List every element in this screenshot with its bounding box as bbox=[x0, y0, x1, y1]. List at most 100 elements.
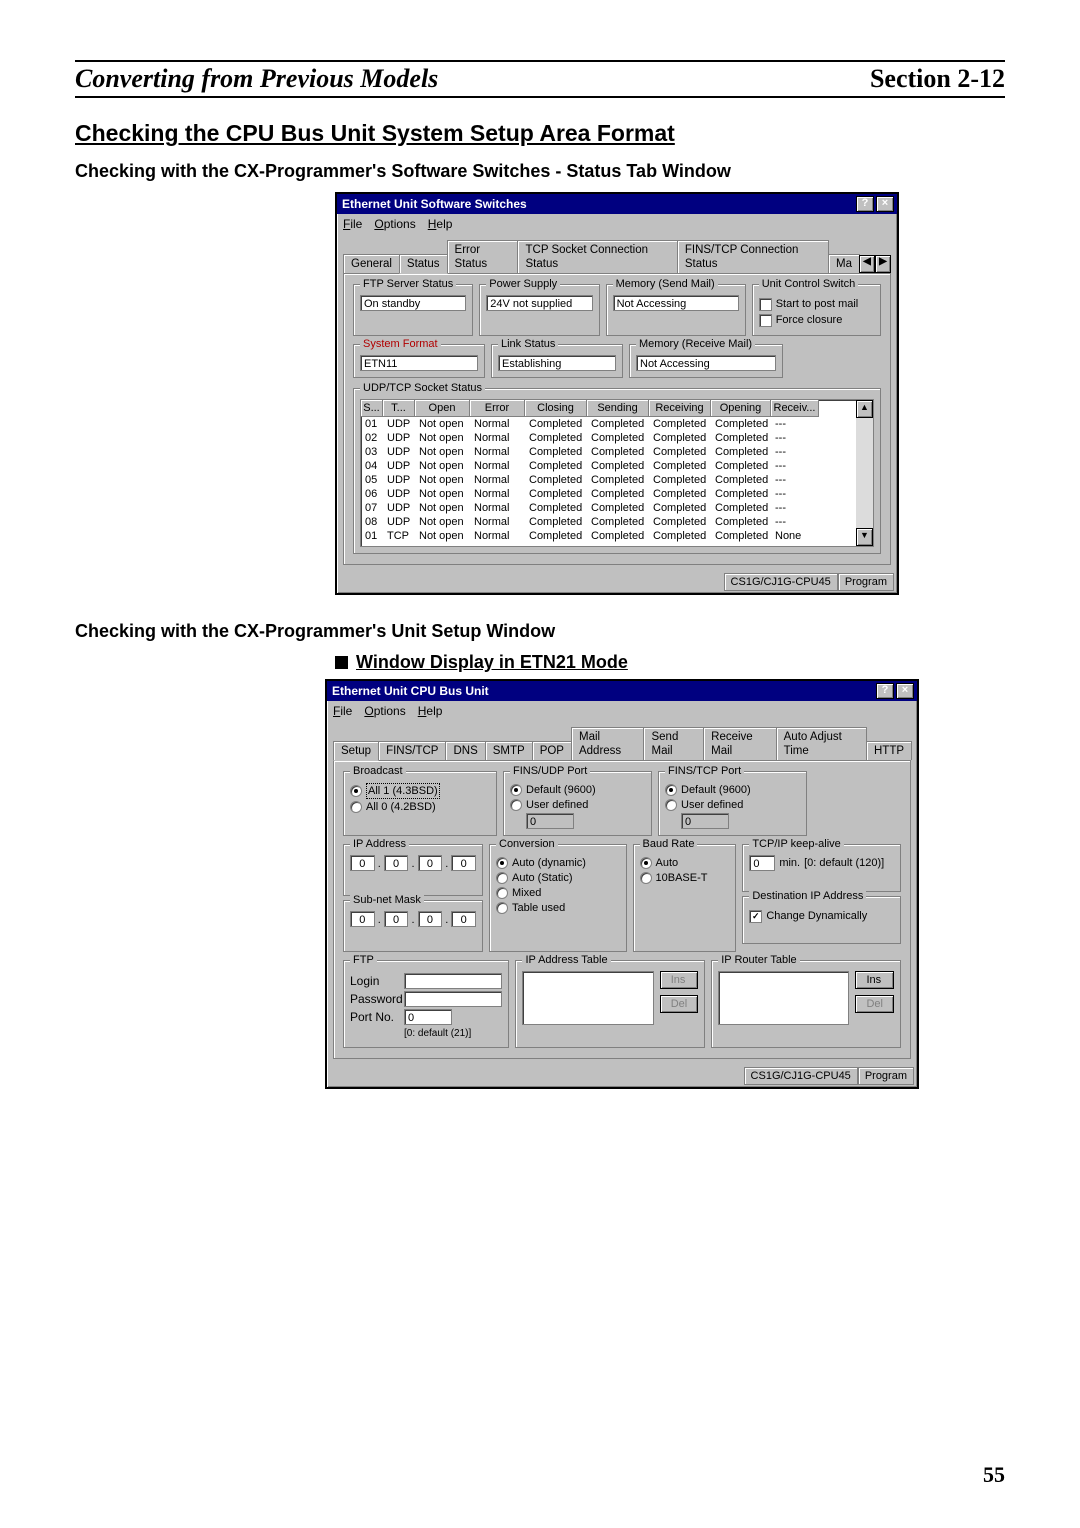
table-row[interactable]: 01TCPNot openNormalCompletedCompletedCom… bbox=[361, 529, 873, 543]
tab-status[interactable]: Status bbox=[399, 254, 448, 274]
col-open[interactable]: Open bbox=[415, 400, 470, 417]
chk-change-dyn[interactable] bbox=[749, 910, 762, 923]
del-button-1[interactable]: Del bbox=[660, 995, 699, 1013]
ftp-password-input[interactable] bbox=[404, 991, 502, 1007]
legend-conv: Conversion bbox=[496, 837, 558, 851]
help-button[interactable]: ? bbox=[856, 196, 874, 212]
grp-ip-router-table: IP Router Table Ins Del bbox=[711, 960, 901, 1048]
menu-file-2[interactable]: File bbox=[333, 704, 352, 718]
radio-baud-auto[interactable] bbox=[640, 857, 652, 869]
scroll-down-icon[interactable]: ▼ bbox=[856, 528, 873, 546]
close-button[interactable]: × bbox=[876, 196, 894, 212]
menu-options[interactable]: Options bbox=[374, 217, 415, 231]
tab-pop[interactable]: POP bbox=[532, 741, 572, 760]
keepalive-value[interactable]: 0 bbox=[749, 855, 775, 871]
radio-tcp-default[interactable] bbox=[665, 784, 677, 796]
menu-options-2[interactable]: Options bbox=[364, 704, 405, 718]
radio-bc-all0[interactable] bbox=[350, 801, 362, 813]
table-row[interactable]: 01UDPNot openNormalCompletedCompletedCom… bbox=[361, 417, 873, 431]
sub-heading-2: Checking with the CX-Programmer's Unit S… bbox=[75, 621, 1005, 642]
ftp-port-input[interactable]: 0 bbox=[404, 1009, 452, 1025]
table-row[interactable]: 05UDPNot openNormalCompletedCompletedCom… bbox=[361, 473, 873, 487]
tabs-scroll-right-icon[interactable]: ▶ bbox=[875, 255, 891, 273]
ip-octet-1[interactable]: 0 bbox=[350, 855, 375, 871]
tab-mail-address[interactable]: Mail Address bbox=[571, 727, 645, 760]
tcp-port-value[interactable]: 0 bbox=[681, 813, 729, 829]
grp-subnet-mask: Sub-net Mask 0. 0. 0. 0 bbox=[343, 900, 483, 952]
tab-dns[interactable]: DNS bbox=[445, 741, 485, 760]
window-title-2: Ethernet Unit CPU Bus Unit bbox=[332, 684, 489, 698]
close-button-2[interactable]: × bbox=[896, 683, 914, 699]
col-error[interactable]: Error bbox=[470, 400, 525, 417]
tab-error-status[interactable]: Error Status bbox=[447, 240, 519, 273]
ip-router-table-list[interactable] bbox=[718, 971, 849, 1025]
tab-send-mail[interactable]: Send Mail bbox=[643, 727, 704, 760]
col-closing[interactable]: Closing bbox=[525, 400, 587, 417]
mask-octet-4[interactable]: 0 bbox=[451, 911, 476, 927]
chk-start-post-mail[interactable] bbox=[759, 298, 772, 311]
udp-port-value[interactable]: 0 bbox=[526, 813, 574, 829]
chk-force-closure[interactable] bbox=[759, 314, 772, 327]
ip-addr-table-list[interactable] bbox=[522, 971, 653, 1025]
radio-conv-table[interactable] bbox=[496, 902, 508, 914]
col-receiv[interactable]: Receiv... bbox=[771, 400, 819, 417]
table-row[interactable]: 04UDPNot openNormalCompletedCompletedCom… bbox=[361, 459, 873, 473]
del-button-2[interactable]: Del bbox=[855, 995, 894, 1013]
table-row[interactable]: 08UDPNot openNormalCompletedCompletedCom… bbox=[361, 515, 873, 529]
ftp-login-input[interactable] bbox=[404, 973, 502, 989]
mask-octet-3[interactable]: 0 bbox=[418, 911, 443, 927]
titlebar[interactable]: Ethernet Unit Software Switches ? × bbox=[337, 194, 897, 214]
menu-file[interactable]: File bbox=[343, 217, 362, 231]
titlebar-2[interactable]: Ethernet Unit CPU Bus Unit ? × bbox=[327, 681, 917, 701]
tab-http[interactable]: HTTP bbox=[866, 741, 912, 760]
tabs-scroll-left-icon[interactable]: ◀ bbox=[859, 255, 875, 273]
tab-tcp-socket[interactable]: TCP Socket Connection Status bbox=[517, 240, 677, 273]
table-row[interactable]: 06UDPNot openNormalCompletedCompletedCom… bbox=[361, 487, 873, 501]
setup-tab-client: Broadcast All 1 (4.3BSD) All 0 (4.2BSD) … bbox=[333, 760, 911, 1059]
radio-udp-user[interactable] bbox=[510, 799, 522, 811]
tab-fins-tcp[interactable]: FINS/TCP Connection Status bbox=[677, 240, 829, 273]
grp-ftp-status: FTP Server Status On standby bbox=[353, 284, 473, 336]
tab-smtp[interactable]: SMTP bbox=[485, 741, 533, 760]
tabs-row: General Status Error Status TCP Socket C… bbox=[337, 234, 897, 273]
table-row[interactable]: 03UDPNot openNormalCompletedCompletedCom… bbox=[361, 445, 873, 459]
grp-baud-rate: Baud Rate Auto 10BASE-T bbox=[633, 844, 737, 952]
ip-octet-2[interactable]: 0 bbox=[384, 855, 409, 871]
ip-octet-4[interactable]: 0 bbox=[451, 855, 476, 871]
radio-udp-default[interactable] bbox=[510, 784, 522, 796]
menubar: File Options Help bbox=[337, 214, 897, 234]
col-t[interactable]: T... bbox=[383, 400, 415, 417]
radio-baud-10bt[interactable] bbox=[640, 872, 652, 884]
radio-tcp-user[interactable] bbox=[665, 799, 677, 811]
tab-auto-adjust-time[interactable]: Auto Adjust Time bbox=[776, 727, 867, 760]
col-s[interactable]: S... bbox=[361, 400, 383, 417]
radio-bc-all1[interactable] bbox=[350, 785, 362, 797]
tab-general[interactable]: General bbox=[343, 254, 400, 273]
tab-setup[interactable]: Setup bbox=[333, 741, 379, 761]
col-receiving[interactable]: Receiving bbox=[649, 400, 711, 417]
table-row[interactable]: 07UDPNot openNormalCompletedCompletedCom… bbox=[361, 501, 873, 515]
col-sending[interactable]: Sending bbox=[587, 400, 649, 417]
socket-scrollbar[interactable]: ▲ ▼ bbox=[856, 400, 873, 546]
table-row[interactable]: 02UDPNot openNormalCompletedCompletedCom… bbox=[361, 431, 873, 445]
tab-fins-tcp-2[interactable]: FINS/TCP bbox=[378, 741, 446, 760]
scroll-up-icon[interactable]: ▲ bbox=[856, 400, 873, 418]
tab-more[interactable]: Ma bbox=[828, 254, 860, 273]
radio-conv-mixed[interactable] bbox=[496, 887, 508, 899]
tab-receive-mail[interactable]: Receive Mail bbox=[703, 727, 776, 760]
col-opening[interactable]: Opening bbox=[711, 400, 771, 417]
grp-ftp: FTP Login Password Port No.0 [0: default… bbox=[343, 960, 509, 1048]
mask-octet-1[interactable]: 0 bbox=[350, 911, 375, 927]
ins-button-1[interactable]: Ins bbox=[660, 971, 699, 989]
bullet-square-icon bbox=[335, 656, 348, 669]
ins-button-2[interactable]: Ins bbox=[855, 971, 894, 989]
menu-help[interactable]: Help bbox=[428, 217, 453, 231]
grp-mem-send: Memory (Send Mail) Not Accessing bbox=[606, 284, 746, 336]
radio-conv-autodyn[interactable] bbox=[496, 857, 508, 869]
menu-help-2[interactable]: Help bbox=[418, 704, 443, 718]
ip-octet-3[interactable]: 0 bbox=[418, 855, 443, 871]
radio-conv-autostat[interactable] bbox=[496, 872, 508, 884]
legend-sock: UDP/TCP Socket Status bbox=[360, 381, 485, 395]
mask-octet-2[interactable]: 0 bbox=[384, 911, 409, 927]
help-button-2[interactable]: ? bbox=[876, 683, 894, 699]
